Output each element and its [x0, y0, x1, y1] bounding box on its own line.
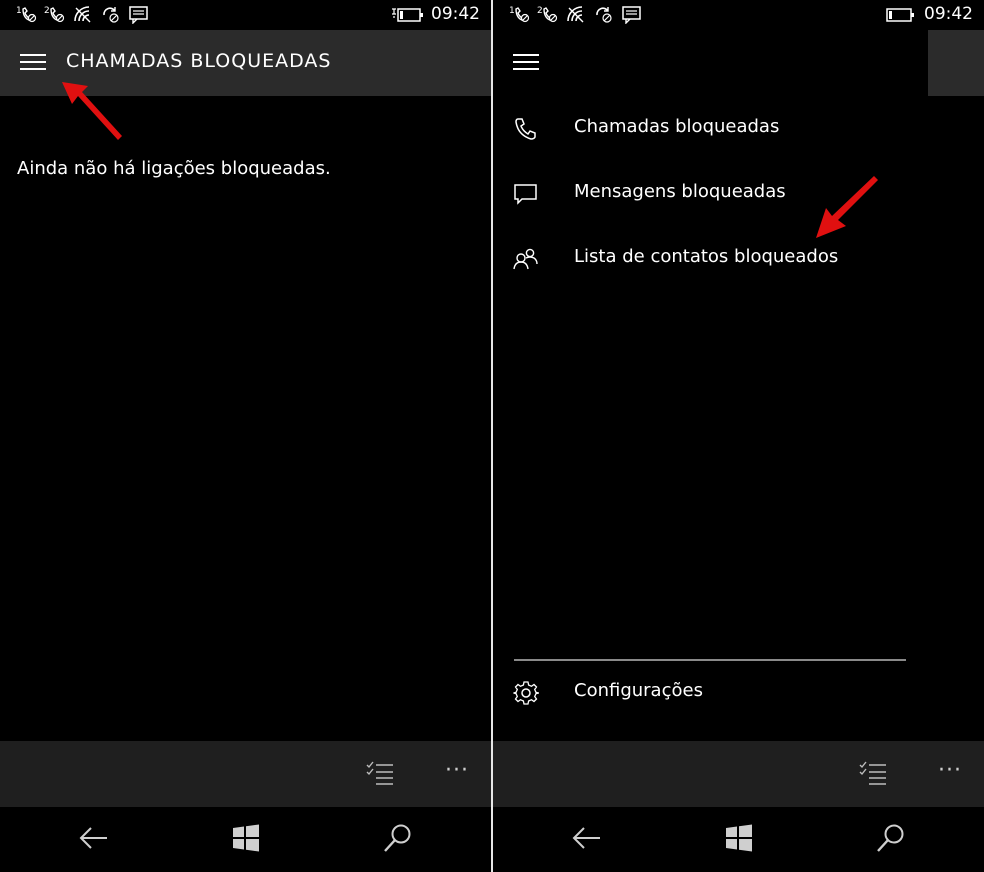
- hamburger-line: [513, 54, 539, 56]
- hamburger-line: [20, 54, 46, 56]
- status-bar: 1 2 09:42: [493, 0, 984, 30]
- menu-item-settings[interactable]: Configurações: [493, 666, 913, 718]
- menu-separator: [514, 659, 906, 661]
- battery-indicator: [883, 6, 917, 24]
- multi-select-icon[interactable]: [364, 758, 396, 790]
- battery-icon: [886, 8, 914, 22]
- sim2-call-icon: 2: [537, 6, 558, 23]
- menu-item-label: Mensagens bloqueadas: [574, 181, 786, 202]
- annotation-arrow: [816, 176, 878, 238]
- menu-item-label: Lista de contatos bloqueados: [574, 246, 839, 267]
- status-time: 09:42: [924, 4, 973, 24]
- right-screen: 1 2 09:42 Chamadas bloqueadas Mensagens …: [493, 0, 984, 872]
- gear-icon: [513, 681, 539, 705]
- empty-state-message: Ainda não há ligações bloqueadas.: [17, 158, 331, 179]
- sim1-call-icon: 1: [509, 6, 530, 23]
- wifi-icon: [74, 6, 91, 23]
- left-screen: 1 2 09:42 CHAMADAS BLOQUEADAS Ainda não …: [0, 0, 491, 872]
- status-icons: 1 2: [16, 4, 150, 24]
- menu-item-blocked-calls[interactable]: Chamadas bloqueadas: [493, 102, 913, 154]
- back-arrow-icon[interactable]: [571, 822, 603, 854]
- status-time: 09:42: [431, 4, 480, 24]
- svg-text:2: 2: [44, 6, 50, 16]
- app-bar-behind-menu: [928, 30, 984, 96]
- contacts-icon: [513, 248, 538, 270]
- hamburger-line: [20, 68, 46, 70]
- command-bar: [493, 741, 984, 807]
- data-sync-icon: [596, 7, 612, 23]
- hamburger-line: [513, 68, 539, 70]
- svg-text:1: 1: [509, 6, 515, 16]
- status-bar: 1 2 09:42: [0, 0, 491, 30]
- svg-text:2: 2: [537, 6, 543, 16]
- sim2-call-icon: 2: [44, 6, 65, 23]
- phone-icon: [515, 118, 536, 140]
- hamburger-menu-button[interactable]: [511, 50, 541, 74]
- multi-select-icon[interactable]: [857, 758, 889, 790]
- battery-icon: [392, 8, 423, 22]
- more-options-button[interactable]: ···: [938, 760, 968, 784]
- hamburger-line: [20, 61, 46, 63]
- message-icon: [514, 184, 537, 205]
- menu-item-label: Configurações: [574, 680, 703, 701]
- command-bar: [0, 741, 491, 807]
- message-icon: [129, 6, 148, 24]
- windows-logo-icon[interactable]: [230, 822, 262, 854]
- more-options-button[interactable]: ···: [445, 760, 475, 784]
- sim1-call-icon: 1: [16, 6, 37, 23]
- search-icon[interactable]: [382, 822, 414, 854]
- svg-text:1: 1: [16, 6, 22, 16]
- back-arrow-icon[interactable]: [78, 822, 110, 854]
- message-icon: [622, 6, 641, 24]
- hamburger-line: [513, 61, 539, 63]
- windows-logo-icon[interactable]: [723, 822, 755, 854]
- status-icons: 1 2: [509, 4, 643, 24]
- page-title: CHAMADAS BLOQUEADAS: [66, 50, 332, 72]
- hamburger-menu-button[interactable]: [18, 50, 48, 74]
- search-icon[interactable]: [875, 822, 907, 854]
- annotation-arrow: [62, 82, 122, 140]
- battery-indicator: [390, 6, 424, 24]
- wifi-icon: [567, 6, 584, 23]
- menu-item-label: Chamadas bloqueadas: [574, 116, 780, 137]
- data-sync-icon: [103, 7, 119, 23]
